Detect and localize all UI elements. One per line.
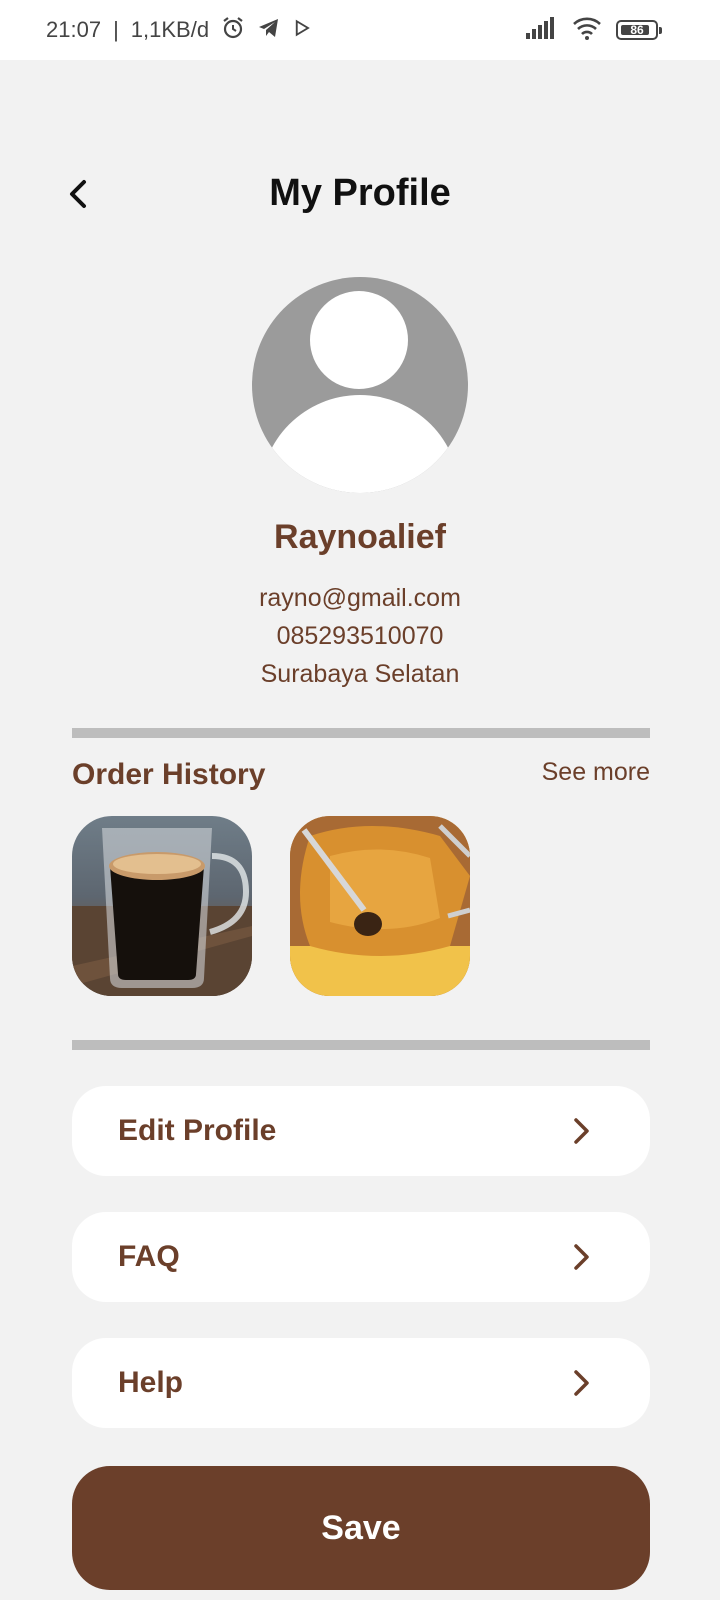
order-item-coffee[interactable] (72, 816, 252, 996)
user-location: Surabaya Selatan (260, 660, 460, 688)
coffee-glass-image (72, 828, 252, 996)
battery-level: 86 (630, 23, 644, 37)
faq-button[interactable]: FAQ (72, 1212, 650, 1302)
wifi-icon (572, 16, 602, 44)
network-speed: 1,1KB/d (130, 17, 210, 42)
help-button[interactable]: Help (72, 1338, 650, 1428)
status-bar: 21:07 | 1,1KB/d 86 (0, 0, 720, 60)
save-button[interactable]: Save (72, 1466, 650, 1590)
avatar-head (310, 291, 408, 389)
header: My Profile (0, 160, 720, 230)
help-label: Help (118, 1366, 184, 1399)
status-time: 21:07 (46, 17, 102, 42)
status-separator: | (113, 17, 119, 42)
avatar[interactable] (252, 277, 468, 493)
status-left: 21:07 | 1,1KB/d (46, 16, 311, 44)
chevron-right-icon (574, 1118, 589, 1144)
battery-icon: 86 (616, 20, 662, 40)
divider-bottom (72, 1040, 650, 1050)
see-more-link[interactable]: See more (542, 758, 650, 787)
chevron-right-icon (574, 1244, 589, 1270)
signal-icon (526, 17, 558, 43)
faq-label: FAQ (118, 1240, 180, 1273)
edit-profile-button[interactable]: Edit Profile (72, 1086, 650, 1176)
status-right: 86 (526, 16, 662, 44)
play-store-icon (293, 19, 311, 41)
divider-top (72, 728, 650, 738)
user-phone: 085293510070 (276, 622, 444, 650)
page-title: My Profile (269, 172, 451, 214)
order-history-title: Order History (72, 758, 266, 791)
chevron-right-icon (574, 1370, 589, 1396)
telegram-icon (257, 16, 281, 44)
fried-food-image (290, 816, 470, 996)
alarm-icon (221, 16, 245, 44)
order-item-fried-food[interactable] (290, 816, 470, 996)
user-email: rayno@gmail.com (259, 584, 461, 612)
user-name: Raynoalief (274, 518, 446, 556)
avatar-body (260, 395, 460, 493)
edit-profile-label: Edit Profile (118, 1114, 277, 1147)
